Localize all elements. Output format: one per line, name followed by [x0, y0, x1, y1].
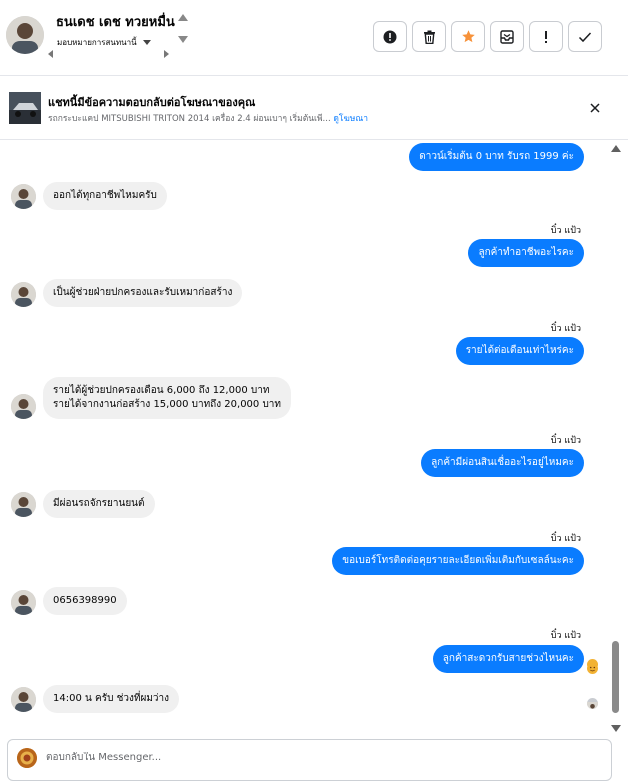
sender-name: บิ๋ว แป้ว — [550, 226, 581, 236]
message-bubble-incoming: 14:00 น ครับ ช่วงที่ผมว่าง — [43, 685, 180, 713]
scroll-down-icon[interactable] — [178, 36, 188, 43]
message-line: รายได้จากงานก่อสร้าง 15,000 บาทถึง 20,00… — [53, 399, 282, 410]
scrollbar-thumb[interactable] — [612, 641, 619, 713]
follow-up-button[interactable] — [529, 21, 563, 52]
message-line: รายได้ผู้ช่วยปกครองเดือน 6,000 ถึง 12,00… — [53, 385, 270, 396]
contact-avatar[interactable] — [6, 16, 44, 54]
message-bubble-outgoing: ลูกค้ามีผ่อนสินเชื่ออะไรอยู่ไหมคะ — [421, 449, 584, 477]
archive-icon — [500, 29, 514, 44]
assign-label: มอบหมายการสนทนานี้ — [57, 38, 137, 47]
name-scroll-stepper[interactable] — [176, 12, 190, 48]
sender-name: บิ๋ว แป้ว — [550, 436, 581, 446]
contact-avatar-small — [11, 282, 36, 307]
scroll-up-icon[interactable] — [611, 145, 621, 152]
ad-banner-title: แชทนี้มีข้อความตอบกลับต่อโฆษณาของคุณ — [48, 96, 256, 109]
scroll-right-icon[interactable] — [164, 50, 169, 58]
reply-composer — [7, 739, 612, 781]
message-bubble-incoming: ออกได้ทุกอาชีพไหมครับ — [43, 182, 167, 210]
contact-avatar-small — [11, 687, 36, 712]
sender-name: บิ๋ว แป้ว — [550, 534, 581, 544]
ad-thumbnail[interactable] — [9, 92, 41, 124]
conversation-header: ธนเดช เดช ทวยหมื่น มอบหมายการสนทนานี้ — [0, 0, 628, 76]
message-bubble-outgoing: รายได้ต่อเดือนเท่าไหร่คะ — [455, 337, 584, 365]
message-bubble-incoming: เป็นผู้ช่วยฝ่ายปกครองและรับเหมาก่อสร้าง — [43, 279, 243, 307]
assign-conversation-dropdown[interactable]: มอบหมายการสนทนานี้ — [57, 36, 151, 49]
mark-done-button[interactable] — [568, 21, 602, 52]
ad-description: รถกระบะแคป MITSUBISHI TRITON 2014 เครื่อ… — [48, 114, 331, 124]
star-icon — [461, 30, 475, 43]
message-bubble-outgoing: ขอเบอร์โทรติดต่อคุยรายละเอียดเพิ่มเติมกั… — [332, 547, 584, 575]
ad-reply-banner: แชทนี้มีข้อความตอบกลับต่อโฆษณาของคุณ รถก… — [0, 77, 628, 140]
contact-avatar-small — [11, 590, 36, 615]
message-bubble-incoming: รายได้ผู้ช่วยปกครองเดือน 6,000 ถึง 12,00… — [43, 377, 292, 419]
scroll-up-icon[interactable] — [178, 14, 188, 21]
chevron-down-icon — [142, 40, 151, 45]
message-bubble-outgoing: ดาวน์เริ่มต้น 0 บาท รับรถ 1999 ค่ะ — [409, 143, 584, 171]
chat-scrollbar[interactable] — [610, 141, 622, 738]
exclamation-icon — [545, 30, 547, 43]
close-banner-button[interactable] — [588, 100, 602, 114]
message-thread: ดาวน์เริ่มต้น 0 บาท รับรถ 1999 ค่ะ ออกได… — [0, 141, 628, 738]
reply-input[interactable] — [46, 752, 586, 763]
message-bubble-outgoing: ลูกค้าทำอาชีพอะไรคะ — [468, 239, 584, 267]
star-button[interactable] — [451, 21, 485, 52]
contact-avatar-small — [11, 184, 36, 209]
contact-avatar-small — [11, 492, 36, 517]
message-bubble-outgoing: ลูกค้าสะดวกรับสายช่วงไหนคะ — [432, 645, 584, 673]
delete-button[interactable] — [412, 21, 446, 52]
checkmark-icon — [578, 31, 592, 42]
contact-name[interactable]: ธนเดช เดช ทวยหมื่น — [56, 11, 175, 32]
message-bubble-incoming: 0656398990 — [43, 587, 127, 615]
seen-reaction-icon — [587, 659, 598, 674]
archive-button[interactable] — [490, 21, 524, 52]
sender-name: บิ๋ว แป้ว — [550, 324, 581, 334]
scroll-left-icon[interactable] — [48, 50, 53, 58]
message-bubble-incoming: มีผ่อนรถจักรยานยนต์ — [43, 490, 155, 518]
trash-icon — [423, 30, 435, 44]
seen-avatar — [587, 698, 598, 709]
page-logo-icon — [17, 748, 37, 768]
close-icon — [590, 103, 600, 113]
mark-spam-button[interactable] — [373, 21, 407, 52]
scroll-down-icon[interactable] — [611, 725, 621, 732]
alert-circle-icon — [383, 30, 397, 43]
conversation-actions — [373, 21, 602, 52]
ad-banner-subtitle: รถกระบะแคป MITSUBISHI TRITON 2014 เครื่อ… — [48, 111, 368, 125]
view-ad-link[interactable]: ดูโฆษณา — [333, 114, 368, 124]
sender-name: บิ๋ว แป้ว — [550, 631, 581, 641]
contact-avatar-small — [11, 394, 36, 419]
